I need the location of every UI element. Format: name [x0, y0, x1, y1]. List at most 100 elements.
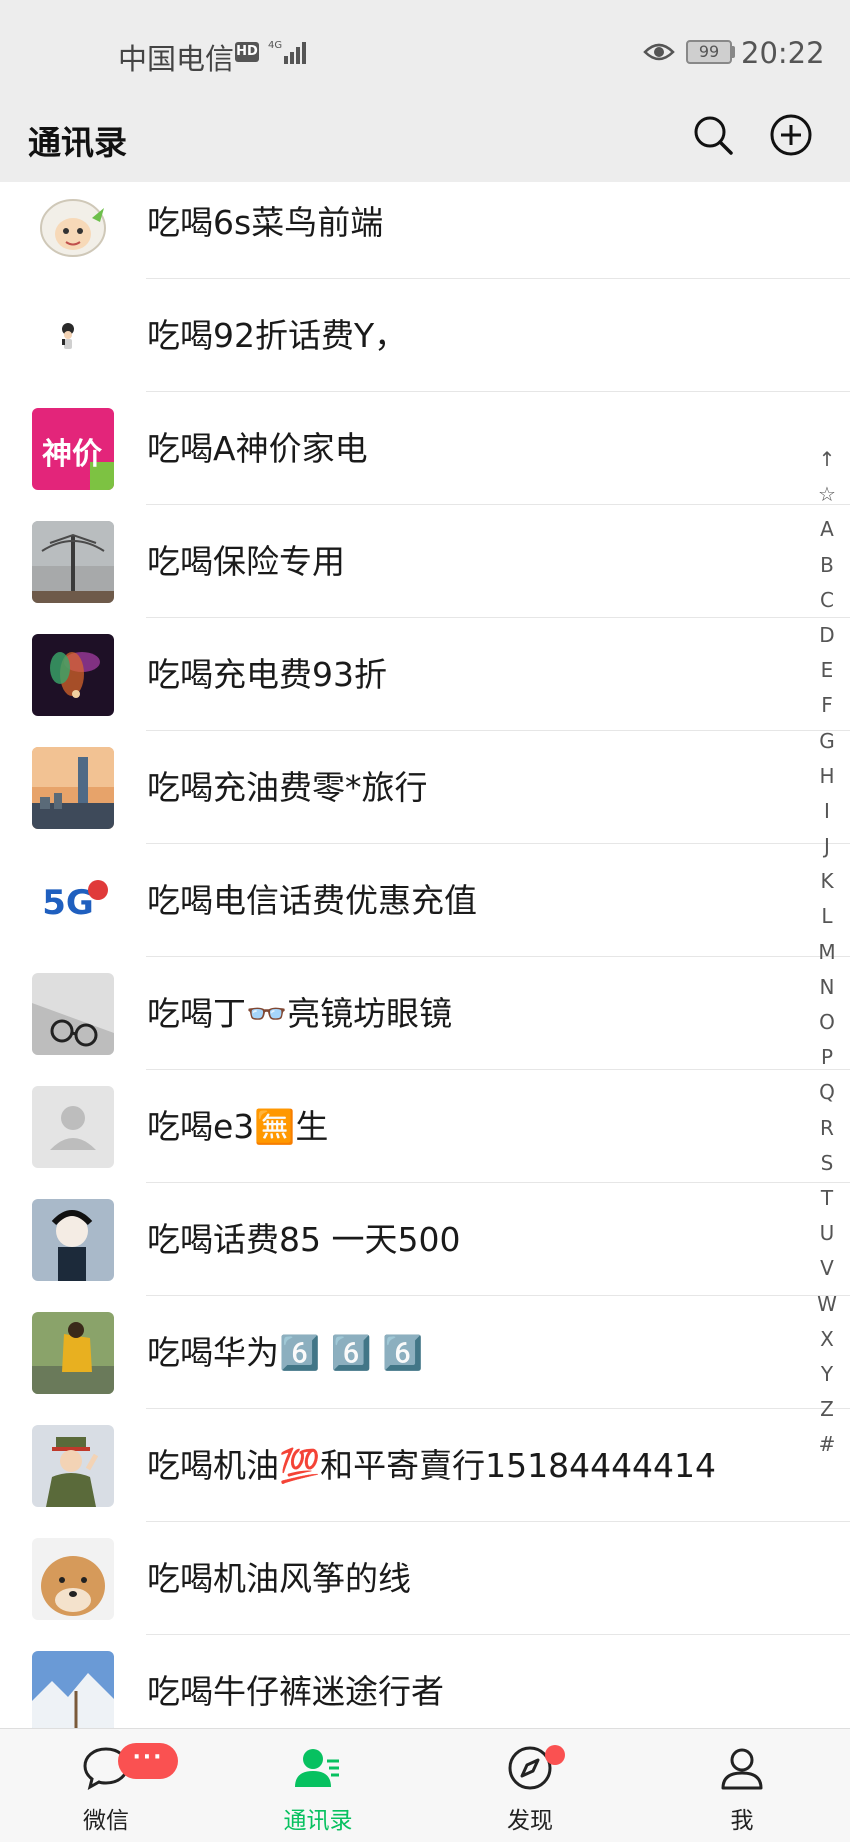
tab-chats[interactable]: ··· 微信 [0, 1729, 212, 1842]
contact-row[interactable]: 吃喝6s菜鸟前端 [0, 182, 850, 279]
contact-name: 吃喝6s菜鸟前端 [147, 203, 384, 242]
index-letter[interactable]: ☆ [812, 477, 842, 512]
index-letter[interactable]: L [812, 899, 842, 934]
network-label: 4G [268, 40, 282, 51]
index-letter[interactable]: B [812, 548, 842, 583]
clock: 20:22 [741, 36, 825, 70]
avatar-text: 神价 [42, 437, 102, 472]
person-icon [721, 1748, 763, 1790]
contact-row[interactable]: 吃喝保险专用 [0, 505, 850, 618]
index-letter[interactable]: J [812, 829, 842, 864]
index-letter[interactable]: O [812, 1005, 842, 1040]
index-letter[interactable]: G [812, 724, 842, 759]
contact-row[interactable]: 吃喝充油费零*旅行 [0, 731, 850, 844]
index-letter[interactable]: Y [812, 1357, 842, 1392]
contact-avatar [32, 1651, 114, 1728]
tab-discover[interactable]: 发现 [424, 1729, 636, 1842]
hd-icon: HD [235, 42, 259, 62]
contact-name: 吃喝华为6️⃣ 6️⃣ 6️⃣ [147, 1333, 424, 1372]
index-letter[interactable]: A [812, 512, 842, 547]
index-letter[interactable]: D [812, 618, 842, 653]
index-letter[interactable]: V [812, 1251, 842, 1286]
contact-list[interactable]: 吃喝6s菜鸟前端 吃喝92折话费Y， 神价 吃喝A神价家电 吃喝保险专用 吃喝充… [0, 182, 850, 1728]
contact-row[interactable]: 吃喝机油💯和平寄賣行15184444414 [0, 1409, 850, 1522]
battery-tip [731, 46, 735, 58]
index-letter[interactable]: T [812, 1181, 842, 1216]
tab-contacts[interactable]: 通讯录 [212, 1729, 424, 1842]
contact-row[interactable]: 吃喝丁👓亮镜坊眼镜 [0, 957, 850, 1070]
contact-avatar [32, 747, 114, 829]
contact-name: 吃喝e3🈚生 [147, 1107, 329, 1146]
contact-avatar [32, 634, 114, 716]
index-letter[interactable]: K [812, 864, 842, 899]
contact-avatar: 5G [32, 860, 114, 942]
contact-avatar [32, 1199, 114, 1281]
contact-row[interactable]: 吃喝e3🈚生 [0, 1070, 850, 1183]
index-letter[interactable]: W [812, 1287, 842, 1322]
index-letter[interactable]: R [812, 1111, 842, 1146]
index-letter[interactable]: P [812, 1040, 842, 1075]
contact-avatar [32, 1086, 114, 1168]
index-letter[interactable]: N [812, 970, 842, 1005]
contact-name: 吃喝机油💯和平寄賣行15184444414 [147, 1446, 717, 1485]
contact-row[interactable]: 吃喝牛仔裤迷途行者 [0, 1635, 850, 1728]
contact-name: 吃喝充油费零*旅行 [147, 768, 428, 807]
contact-name: 吃喝话费85 一天500 [147, 1220, 461, 1259]
contact-name: 吃喝92折话费Y， [147, 316, 408, 355]
carrier-label: 中国电信 [118, 42, 235, 76]
index-letter[interactable]: Q [812, 1075, 842, 1110]
index-letter[interactable]: X [812, 1322, 842, 1357]
contact-name: 吃喝电信话费优惠充值 [147, 881, 477, 920]
contact-name: 吃喝保险专用 [147, 542, 345, 581]
index-letter[interactable]: E [812, 653, 842, 688]
top-bar: 通讯录 [0, 106, 850, 182]
contact-avatar [32, 1538, 114, 1620]
signal-icon: 4G [268, 40, 306, 64]
bottom-tab-bar: ··· 微信 通讯录 发现 我 [0, 1728, 850, 1842]
contact-name: 吃喝充电费93折 [147, 655, 387, 694]
tab-label: 通讯录 [283, 1808, 353, 1834]
contact-name: 吃喝牛仔裤迷途行者 [147, 1672, 444, 1711]
new-dot-badge [545, 1745, 565, 1765]
eye-icon [643, 43, 675, 61]
index-letter[interactable]: S [812, 1146, 842, 1181]
contact-avatar [32, 182, 114, 264]
index-letter[interactable]: H [812, 759, 842, 794]
contact-avatar [32, 521, 114, 603]
battery-icon: 99 [686, 40, 732, 64]
index-letter[interactable]: Z [812, 1392, 842, 1427]
contact-avatar: 神价 [32, 408, 114, 490]
unread-badge: ··· [118, 1743, 178, 1779]
contact-row[interactable]: 5G 吃喝电信话费优惠充值 [0, 844, 850, 957]
add-icon[interactable] [768, 112, 814, 158]
contact-avatar [32, 1425, 114, 1507]
contact-name: 吃喝机油风筝的线 [147, 1559, 411, 1598]
contact-row[interactable]: 吃喝华为6️⃣ 6️⃣ 6️⃣ [0, 1296, 850, 1409]
contact-row[interactable]: 神价 吃喝A神价家电 [0, 392, 850, 505]
contact-row[interactable]: 吃喝充电费93折 [0, 618, 850, 731]
index-letter[interactable]: C [812, 583, 842, 618]
index-letter[interactable]: U [812, 1216, 842, 1251]
index-letter[interactable]: M [812, 935, 842, 970]
tab-label: 我 [730, 1808, 754, 1834]
contacts-icon [295, 1749, 339, 1787]
avatar-text: 5G [42, 883, 94, 923]
contact-avatar [32, 295, 114, 377]
search-icon[interactable] [690, 112, 736, 158]
contact-name: 吃喝丁👓亮镜坊眼镜 [147, 994, 453, 1033]
page-title: 通讯录 [28, 123, 127, 162]
index-letter[interactable]: I [812, 794, 842, 829]
tab-me[interactable]: 我 [636, 1729, 848, 1842]
contact-row[interactable]: 吃喝话费85 一天500 [0, 1183, 850, 1296]
contact-avatar [32, 1312, 114, 1394]
alphabet-index[interactable]: ↑ ☆ A B C D E F G H I J K L M N O P Q R … [812, 442, 842, 1462]
tab-label: 发现 [507, 1808, 553, 1834]
tab-label: 微信 [83, 1808, 129, 1834]
contact-row[interactable]: 吃喝机油风筝的线 [0, 1522, 850, 1635]
index-letter[interactable]: # [812, 1427, 842, 1462]
contact-row[interactable]: 吃喝92折话费Y， [0, 279, 850, 392]
status-bar: 中国电信 HD 4G 99 20:22 [0, 0, 850, 106]
contact-avatar [32, 973, 114, 1055]
index-letter[interactable]: F [812, 688, 842, 723]
index-letter[interactable]: ↑ [812, 442, 842, 477]
